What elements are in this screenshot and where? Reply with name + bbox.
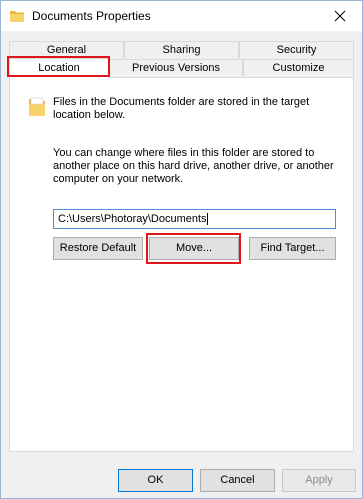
tab-sharing-label: Sharing bbox=[162, 44, 201, 56]
find-target-button[interactable]: Find Target... bbox=[249, 237, 336, 260]
tab-security[interactable]: Security bbox=[239, 41, 354, 58]
properties-window: Documents Properties General Sharing Sec… bbox=[0, 0, 363, 499]
restore-default-button[interactable]: Restore Default bbox=[53, 237, 143, 260]
close-button[interactable] bbox=[322, 3, 358, 29]
tab-customize-label: Customize bbox=[272, 62, 325, 74]
desc-line-3: computer on your network. bbox=[53, 173, 184, 185]
tab-customize[interactable]: Customize bbox=[243, 59, 354, 76]
info-line-1: Files in the Documents folder are stored… bbox=[53, 96, 310, 108]
location-panel: Files in the Documents folder are stored… bbox=[9, 77, 354, 452]
title-bar[interactable]: Documents Properties bbox=[1, 1, 362, 31]
description-text: You can change where files in this folde… bbox=[53, 147, 338, 186]
folder-icon bbox=[9, 9, 25, 23]
text-caret bbox=[206, 213, 208, 226]
tab-security-label: Security bbox=[276, 44, 317, 56]
desc-line-1: You can change where files in this folde… bbox=[53, 147, 315, 159]
tab-sharing[interactable]: Sharing bbox=[124, 41, 239, 58]
apply-label: Apply bbox=[305, 474, 333, 486]
info-text: Files in the Documents folder are stored… bbox=[53, 96, 343, 122]
location-path-input[interactable]: C:\Users\Photoray\Documents bbox=[53, 209, 336, 229]
tab-previous-versions-label: Previous Versions bbox=[131, 62, 221, 74]
tab-general-label: General bbox=[46, 44, 87, 56]
apply-button[interactable]: Apply bbox=[282, 469, 356, 492]
tab-previous-versions[interactable]: Previous Versions bbox=[109, 59, 243, 76]
close-icon bbox=[334, 10, 346, 22]
location-tab-highlight bbox=[7, 56, 110, 77]
desc-line-2: another place on this hard drive, anothe… bbox=[53, 160, 334, 172]
restore-default-label: Restore Default bbox=[59, 242, 137, 254]
find-target-label: Find Target... bbox=[260, 242, 325, 254]
move-button-highlight bbox=[146, 233, 241, 264]
info-line-2: location below. bbox=[53, 109, 126, 121]
window-title: Documents Properties bbox=[32, 9, 151, 23]
cancel-label: Cancel bbox=[220, 474, 255, 486]
location-path-value: C:\Users\Photoray\Documents bbox=[58, 213, 207, 225]
ok-label: OK bbox=[147, 474, 164, 486]
folder-icon bbox=[27, 96, 47, 118]
cancel-button[interactable]: Cancel bbox=[200, 469, 275, 492]
ok-button[interactable]: OK bbox=[118, 469, 193, 492]
